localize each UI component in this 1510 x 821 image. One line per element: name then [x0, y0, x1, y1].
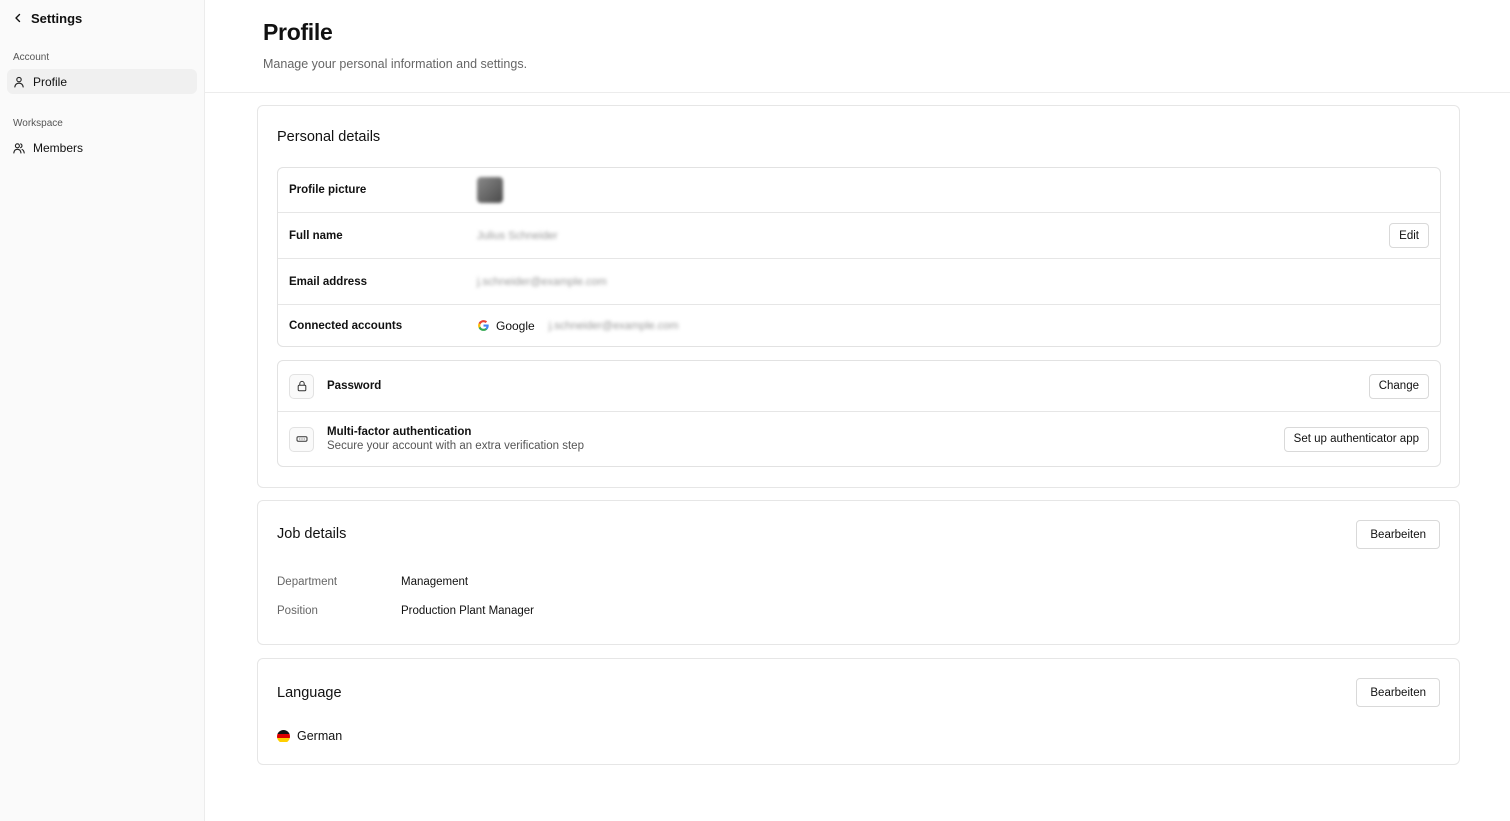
password-row: Password Change	[278, 361, 1440, 411]
google-provider-label: Google	[496, 318, 535, 333]
full-name-value: Julius Schneider	[477, 229, 558, 242]
edit-job-details-button[interactable]: Bearbeiten	[1356, 520, 1440, 549]
user-icon	[14, 76, 24, 88]
sidebar-section-account: Account	[13, 52, 50, 63]
position-row: Position Production Plant Manager	[277, 605, 534, 617]
setup-authenticator-button[interactable]: Set up authenticator app	[1283, 426, 1429, 452]
language-title: Language	[277, 685, 342, 701]
profile-picture-row: Profile picture	[278, 168, 1440, 213]
sidebar-section-workspace: Workspace	[13, 118, 63, 129]
chevron-left-icon	[15, 13, 21, 23]
department-value: Management	[401, 576, 469, 588]
lock-icon	[289, 373, 314, 399]
sidebar-item-members[interactable]: Members	[7, 135, 197, 160]
change-password-button[interactable]: Change	[1368, 373, 1429, 399]
personal-details-table: Profile picture Full name Julius Schneid…	[277, 167, 1441, 347]
mfa-description: Secure your account with an extra verifi…	[327, 440, 584, 452]
google-icon	[478, 320, 489, 331]
sidebar-item-label: Members	[33, 140, 84, 155]
personal-details-title: Personal details	[277, 129, 381, 145]
language-value-row: German	[277, 729, 342, 743]
page-subtitle: Manage your personal information and set…	[263, 57, 528, 71]
edit-name-button[interactable]: Edit	[1389, 223, 1429, 248]
personal-details-card: Personal details Profile picture Full na…	[257, 105, 1460, 488]
job-details-card: Job details Bearbeiten Department Manage…	[257, 500, 1460, 645]
connected-accounts-label: Connected accounts	[289, 319, 403, 332]
job-details-title: Job details	[277, 526, 347, 542]
google-account-email: j.schneider@example.com	[548, 319, 679, 332]
page-header: Profile Manage your personal information…	[205, 0, 1510, 93]
app-root: Settings Account Profile Workspace Membe…	[0, 0, 1510, 821]
password-title: Password	[327, 380, 382, 392]
email-label: Email address	[289, 275, 367, 288]
position-value: Production Plant Manager	[401, 605, 534, 617]
full-name-label: Full name	[289, 229, 343, 242]
back-label: Settings	[31, 10, 83, 26]
sidebar: Settings Account Profile Workspace Membe…	[0, 0, 205, 821]
email-value: j.schneider@example.com	[477, 275, 607, 288]
back-to-settings-link[interactable]: Settings	[7, 10, 197, 26]
full-name-row: Full name Julius Schneider Edit	[278, 213, 1440, 259]
main-content: Profile Manage your personal information…	[205, 0, 1510, 821]
edit-language-button[interactable]: Bearbeiten	[1356, 678, 1440, 707]
language-value: German	[297, 729, 343, 743]
mfa-text: Multi-factor authentication Secure your …	[327, 426, 584, 452]
sidebar-item-profile[interactable]: Profile	[7, 69, 197, 94]
mfa-title: Multi-factor authentication	[327, 426, 472, 438]
german-flag-icon	[277, 729, 290, 743]
profile-picture-label: Profile picture	[289, 184, 367, 196]
password-text: Password	[327, 380, 381, 392]
language-card: Language Bearbeiten German	[257, 658, 1460, 765]
avatar[interactable]	[477, 177, 503, 203]
security-table: Password Change Multi-factor authenticat…	[277, 360, 1441, 467]
mfa-row: Multi-factor authentication Secure your …	[278, 411, 1440, 466]
password-dots-icon	[289, 426, 314, 452]
users-icon	[13, 142, 25, 154]
position-key: Position	[277, 605, 318, 617]
connected-accounts-row: Connected accounts Google j.schneider@ex…	[278, 305, 1440, 346]
department-key: Department	[277, 576, 338, 588]
email-row: Email address j.schneider@example.com	[278, 259, 1440, 305]
department-row: Department Management	[277, 576, 468, 588]
sidebar-item-label: Profile	[33, 74, 68, 89]
page-title: Profile	[263, 19, 333, 45]
